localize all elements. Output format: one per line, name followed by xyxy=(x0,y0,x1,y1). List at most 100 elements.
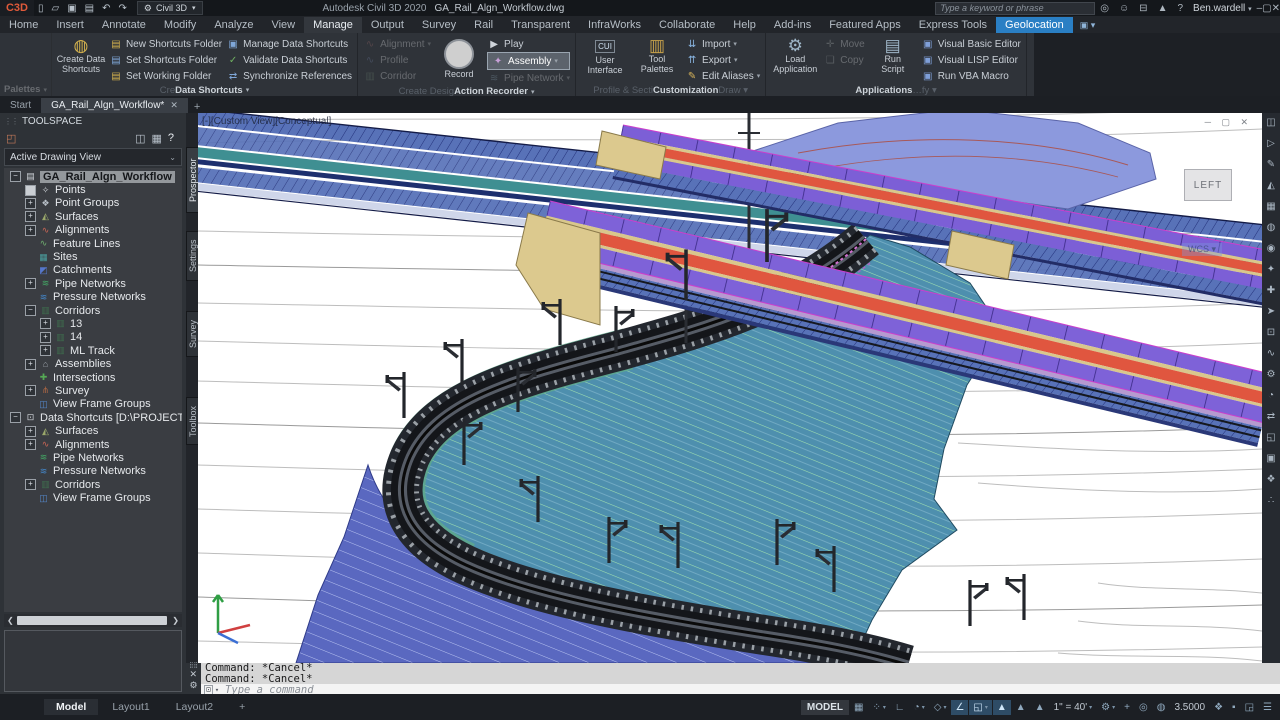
toolbar-icon-8[interactable]: ✦ xyxy=(1267,264,1275,285)
isolate-objects-icon[interactable]: ◎ xyxy=(1135,700,1152,715)
tree-expander[interactable]: − xyxy=(25,305,36,316)
redo-icon[interactable]: ↷ xyxy=(115,3,131,14)
tree-item-alignments[interactable]: +∿Alignments xyxy=(4,224,182,237)
tree-item-point-groups[interactable]: +❖Point Groups xyxy=(4,197,182,210)
viewcube[interactable]: LEFT xyxy=(1184,169,1232,201)
tree-expander[interactable] xyxy=(25,185,36,196)
workspace-selector[interactable]: ⚙ Civil 3D ▾ xyxy=(137,1,203,15)
view-selector-dropdown[interactable]: Active Drawing View ⌄ xyxy=(4,148,182,166)
annotation-monitor-icon[interactable]: + xyxy=(1120,700,1134,715)
toolbar-icon-3[interactable]: ✎ xyxy=(1267,159,1275,180)
user-icon[interactable]: ☺ xyxy=(1114,3,1134,14)
tree-item-corridors[interactable]: −▥Corridors xyxy=(4,304,182,317)
tree-expander[interactable]: + xyxy=(25,439,36,450)
app-store-icon[interactable]: ⊟ xyxy=(1134,3,1152,14)
drawing-canvas[interactable]: [-][Custom View][Conceptual] ─ ▢ ✕ LEFT … xyxy=(198,113,1262,663)
clean-screen-icon[interactable]: ◲ xyxy=(1241,700,1258,715)
grid-display-icon[interactable]: ▦ xyxy=(850,700,867,715)
tree-expander[interactable]: − xyxy=(10,171,21,182)
ortho-mode-icon[interactable]: ∟ xyxy=(891,700,909,715)
tree-item-points[interactable]: ✧Points xyxy=(4,183,182,196)
ribbon-tab-transparent[interactable]: Transparent xyxy=(502,17,579,33)
annotation-visibility-icon[interactable]: ▲ xyxy=(993,700,1011,715)
ribbon-tab-add-ins[interactable]: Add-ins xyxy=(765,17,820,33)
scroll-right-icon[interactable]: ❯ xyxy=(169,616,182,625)
toolbar-icon-15[interactable]: ⇄ xyxy=(1267,411,1275,432)
customize-command-icon[interactable]: ⚙ xyxy=(189,680,197,691)
polar-tracking-icon[interactable]: ◔▾ xyxy=(910,700,929,715)
open-file-icon[interactable]: ▱ xyxy=(48,3,64,14)
ribbon-tab-infraworks[interactable]: InfraWorks xyxy=(579,17,650,33)
toolbar-icon-14[interactable]: ◔ xyxy=(1268,390,1274,411)
close-command-icon[interactable]: ✕ xyxy=(189,669,197,680)
tree-expander[interactable]: + xyxy=(25,198,36,209)
alert-icon[interactable]: ▲ xyxy=(1153,3,1173,14)
profile-button[interactable]: ∿Profile xyxy=(363,52,431,68)
tree-item-pipe-networks[interactable]: ≋Pipe Networks xyxy=(4,451,182,464)
scrollbar-thumb[interactable] xyxy=(17,616,167,625)
ribbon-tab-geolocation[interactable]: Geolocation xyxy=(996,17,1073,33)
tree-expander[interactable]: + xyxy=(25,426,36,437)
doc-tab-start[interactable]: Start xyxy=(0,98,41,113)
panel-label[interactable]: CAD Standards xyxy=(1027,84,1034,96)
tree-expander[interactable]: − xyxy=(10,412,21,423)
tree-item-alignments[interactable]: +∿Alignments xyxy=(4,438,182,451)
toolspace-palette-icon[interactable]: ◰ xyxy=(6,132,16,145)
corridor-button[interactable]: ▥Corridor xyxy=(363,68,431,84)
toolbar-icon-6[interactable]: ◍ xyxy=(1267,222,1276,243)
ribbon-tab-collaborate[interactable]: Collaborate xyxy=(650,17,724,33)
search-input[interactable]: Type a keyword or phrase xyxy=(935,2,1095,15)
check-standards-button[interactable]: ✓Check xyxy=(1032,52,1034,68)
ribbon-tab-rail[interactable]: Rail xyxy=(465,17,502,33)
model-space-button[interactable]: MODEL xyxy=(801,700,849,715)
panel-label[interactable]: Profile & SectiCustomization Draw ▾ xyxy=(576,84,765,96)
panel-label[interactable]: CreData Shortcuts▾ xyxy=(52,84,357,96)
configure-standards-button[interactable]: ⚙Configure xyxy=(1032,68,1034,84)
toolbar-icon-1[interactable]: ◫ xyxy=(1266,117,1275,138)
import-customization-button[interactable]: ⇊Import▾ xyxy=(685,36,760,52)
ribbon-tab-analyze[interactable]: Analyze xyxy=(205,17,262,33)
validate-data-shortcuts-button[interactable]: ✓Validate Data Shortcuts xyxy=(226,52,352,68)
tree-expander[interactable]: + xyxy=(25,225,36,236)
search-icon[interactable]: ◎ xyxy=(1095,3,1114,14)
help-icon[interactable]: ? xyxy=(1172,3,1188,14)
tree-item-intersections[interactable]: ✚Intersections xyxy=(4,371,182,384)
ribbon-tab-view[interactable]: View xyxy=(262,17,304,33)
new-drawing-button[interactable]: + xyxy=(194,101,200,113)
run-vba-macro-button[interactable]: ▣Run VBA Macro xyxy=(921,68,1021,84)
close-button[interactable]: ✕ xyxy=(1272,3,1280,14)
snap-mode-icon[interactable]: ⁘▾ xyxy=(868,700,889,715)
record-button[interactable]: Record xyxy=(433,34,485,86)
tree-expander[interactable]: + xyxy=(25,278,36,289)
panel-label[interactable]: Create DesigAction Recorder▾ xyxy=(358,86,575,96)
tree-item-view-frame-groups[interactable]: ◫View Frame Groups xyxy=(4,398,182,411)
new-file-icon[interactable]: ▯ xyxy=(34,3,48,14)
toolbar-icon-13[interactable]: ⚙ xyxy=(1267,369,1276,390)
edit-aliases-button[interactable]: ✎Edit Aliases▾ xyxy=(685,68,760,84)
tree-expander[interactable]: + xyxy=(25,385,36,396)
visual-basic-editor-button[interactable]: ▣Visual Basic Editor xyxy=(921,36,1021,52)
tree-item-ga-rail-algn-workflow[interactable]: −▤GA_Rail_Algn_Workflow xyxy=(4,170,182,183)
tree-item-catchments[interactable]: ◩Catchments xyxy=(4,264,182,277)
ribbon-tab-home[interactable]: Home xyxy=(0,17,47,33)
toolbar-icon-11[interactable]: ⊡ xyxy=(1267,327,1275,348)
grip-icon[interactable]: ⋮⋮ xyxy=(4,117,18,126)
object-snap-tracking-icon[interactable]: ∠ xyxy=(951,700,968,715)
layout-tab-layout1[interactable]: Layout1 xyxy=(100,699,161,715)
undo-icon[interactable]: ↶ xyxy=(98,3,114,14)
tree-item-14[interactable]: +▥14 xyxy=(4,331,182,344)
toolbar-icon-16[interactable]: ◱ xyxy=(1266,432,1275,453)
manage-data-shortcuts-button[interactable]: ▣Manage Data Shortcuts xyxy=(226,36,352,52)
object-snap-icon[interactable]: ◱▾ xyxy=(969,700,991,715)
visual-lisp-editor-button[interactable]: ▣Visual LISP Editor xyxy=(921,52,1021,68)
tree-item-sites[interactable]: ▦Sites xyxy=(4,250,182,263)
close-icon[interactable]: ✕ xyxy=(170,100,178,111)
viewport-window-buttons[interactable]: ─ ▢ ✕ xyxy=(1205,117,1252,128)
toolspace-display-icon[interactable]: ▦ xyxy=(151,132,161,145)
toolbar-icon-9[interactable]: ✚ xyxy=(1267,285,1275,306)
quick-properties-icon[interactable]: ▪ xyxy=(1228,700,1240,715)
toolbar-icon-19[interactable]: ∴ xyxy=(1268,495,1274,516)
ribbon-tab-manage[interactable]: Manage xyxy=(304,17,362,33)
plot-icon[interactable]: ▤ xyxy=(81,3,98,14)
wcs-dropdown[interactable]: WCS ▾ xyxy=(1182,243,1222,256)
